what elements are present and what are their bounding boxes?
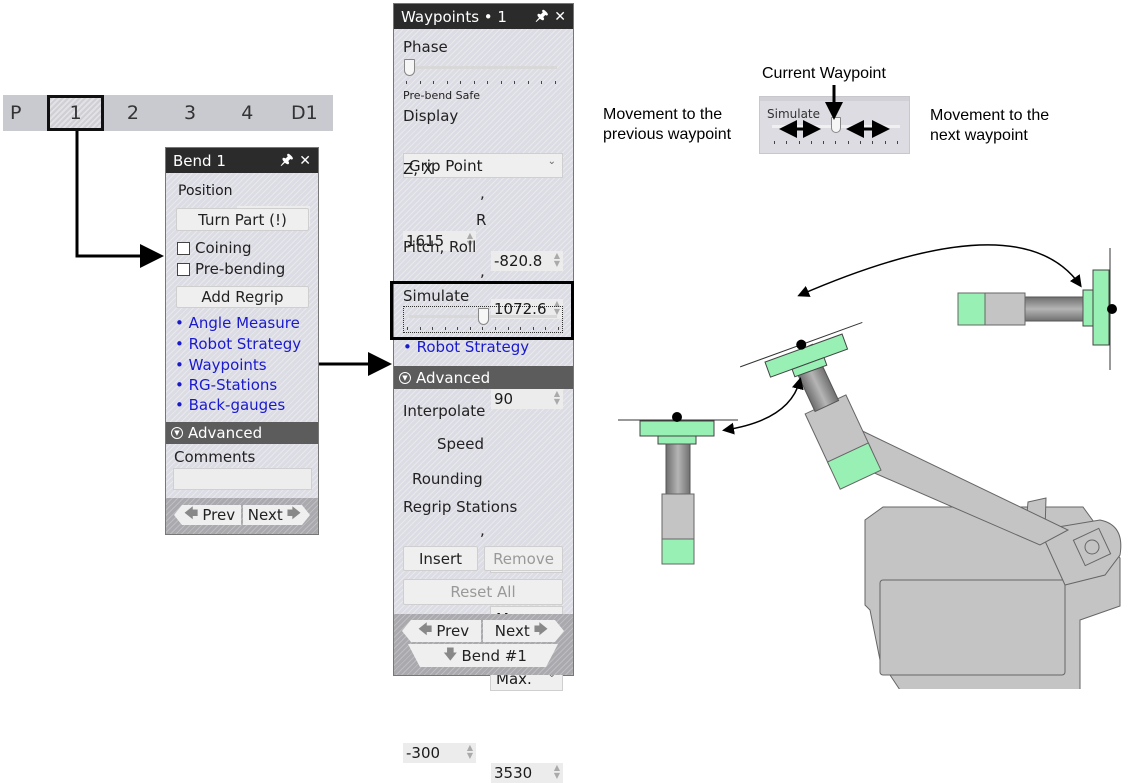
- robot-illustration: [618, 244, 1122, 689]
- motion-arrow-to-previous: [722, 377, 804, 435]
- regrip-b-input[interactable]: 3530 ▲ ▼: [491, 763, 563, 783]
- motion-arrow-to-next: [797, 244, 1082, 297]
- robot-base: [864, 497, 1122, 689]
- regrip-a-value: -300: [406, 744, 441, 762]
- left-gripper: [618, 412, 738, 565]
- spin-arrows-icon[interactable]: ▲▼: [467, 744, 473, 760]
- spin-arrows-icon[interactable]: ▲▼: [554, 764, 560, 780]
- right-gripper: [957, 248, 1117, 370]
- regrip-b-value: 3530: [494, 764, 533, 782]
- regrip-a-input[interactable]: -300 ▲ ▼: [403, 743, 476, 763]
